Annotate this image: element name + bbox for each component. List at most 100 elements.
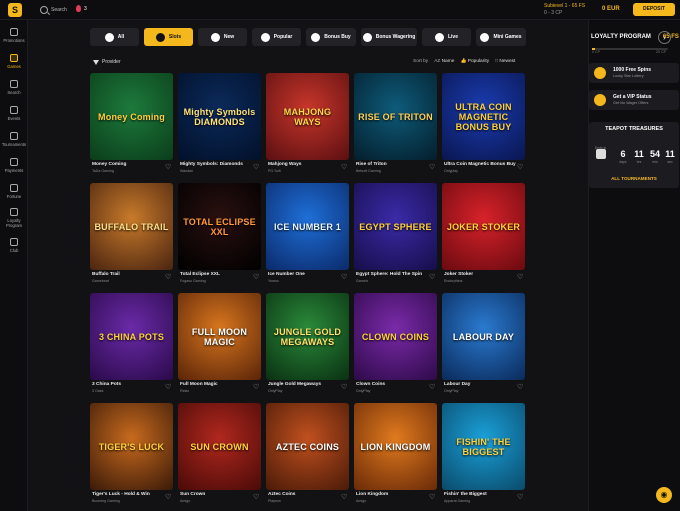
game-card[interactable]: Mighty Symbols DIAMONDS Mighty Symbols: D…: [178, 73, 261, 174]
tab-popular[interactable]: Popular: [252, 28, 301, 46]
heart-icon[interactable]: ♡: [341, 384, 348, 391]
game-card[interactable]: ICE NUMBER 1 Ice Number One Yowoo ♡: [266, 183, 349, 284]
heart-icon[interactable]: ♡: [165, 494, 172, 501]
game-card[interactable]: FULL MOON MAGIC Full Moon Magic Relax ♡: [178, 293, 261, 394]
game-thumbnail[interactable]: ULTRA COIN MAGNETIC BONUS BUY: [442, 73, 525, 160]
game-title[interactable]: Full Moon Magic: [180, 382, 218, 387]
game-card[interactable]: LABOUR DAY Labour Day OnlyPlay ♡: [442, 293, 525, 394]
heart-icon[interactable]: ♡: [253, 384, 260, 391]
promo-vip-status[interactable]: Get a VIP Status Get No Wager Offers: [589, 90, 679, 110]
heart-icon[interactable]: ♡: [165, 384, 172, 391]
game-thumbnail[interactable]: TOTAL ECLIPSE XXL: [178, 183, 261, 270]
game-card[interactable]: ULTRA COIN MAGNETIC BONUS BUY Ultra Coin …: [442, 73, 525, 174]
game-title[interactable]: Mahjong Ways: [268, 162, 301, 167]
game-thumbnail[interactable]: RISE OF TRITON: [354, 73, 437, 160]
game-thumbnail[interactable]: FISHIN' THE BIGGEST: [442, 403, 525, 490]
heart-icon[interactable]: ♡: [341, 164, 348, 171]
game-thumbnail[interactable]: 3 CHINA POTS: [90, 293, 173, 380]
game-card[interactable]: TIGER'S LUCK Tiger's Luck - Hold & Win Boo…: [90, 403, 173, 504]
game-thumbnail[interactable]: Money Coming: [90, 73, 173, 160]
heart-icon[interactable]: ♡: [429, 164, 436, 171]
sort-newest-button[interactable]: □ Newest: [495, 59, 515, 64]
heart-icon[interactable]: ♡: [517, 274, 524, 281]
game-title[interactable]: Labour Day: [444, 382, 470, 387]
game-thumbnail[interactable]: SUN CROWN: [178, 403, 261, 490]
game-thumbnail[interactable]: LION KINGDOM: [354, 403, 437, 490]
game-thumbnail[interactable]: LABOUR DAY: [442, 293, 525, 380]
game-title[interactable]: Ice Number One: [268, 272, 305, 277]
heart-icon[interactable]: ♡: [253, 494, 260, 501]
game-title[interactable]: Ultra Coin Magnetic Bonus Buy: [444, 162, 516, 167]
game-title[interactable]: Jungle Gold Megaways: [268, 382, 321, 387]
heart-icon[interactable]: ♡: [429, 384, 436, 391]
game-thumbnail[interactable]: CLOWN COINS: [354, 293, 437, 380]
game-card[interactable]: JUNGLE GOLD MEGAWAYS Jungle Gold Megaways…: [266, 293, 349, 394]
game-card[interactable]: FISHIN' THE BIGGEST Fishin' the Biggest Ap…: [442, 403, 525, 504]
game-thumbnail[interactable]: MAHJONG WAYS: [266, 73, 349, 160]
deposit-button[interactable]: DEPOSIT: [633, 3, 675, 16]
heart-icon[interactable]: ♡: [341, 494, 348, 501]
heart-icon[interactable]: ♡: [517, 494, 524, 501]
game-title[interactable]: Money Coming: [92, 162, 126, 167]
game-title[interactable]: 3 China Pots: [92, 382, 121, 387]
sidebar-item-loyalty[interactable]: Loyalty Program: [0, 208, 28, 228]
game-title[interactable]: Sun Crown: [180, 492, 205, 497]
tab-bonus-wagering[interactable]: Bonus Wagering: [361, 28, 417, 46]
tournament-card[interactable]: TEAPOT TREASURES 6 days 11 hrs 54 min 11…: [589, 122, 679, 188]
game-card[interactable]: TOTAL ECLIPSE XXL Total Eclipse XXL Fugaso…: [178, 183, 261, 284]
search-button[interactable]: Search: [40, 4, 67, 16]
sort-popularity-button[interactable]: 👍 Popularity: [460, 59, 489, 64]
game-title[interactable]: Lion Kingdom: [356, 492, 388, 497]
sidebar-item-search[interactable]: Search: [0, 80, 28, 95]
game-thumbnail[interactable]: FULL MOON MAGIC: [178, 293, 261, 380]
game-card[interactable]: BUFFALO TRAIL Buffalo Trail Gamebeat ♡: [90, 183, 173, 284]
heart-icon[interactable]: ♡: [429, 274, 436, 281]
game-title[interactable]: Joker Stoker: [444, 272, 473, 277]
game-title[interactable]: Fishin' the Biggest: [444, 492, 487, 497]
game-card[interactable]: AZTEC COINS Aztec Coins Playson ♡: [266, 403, 349, 504]
heart-icon[interactable]: ♡: [253, 164, 260, 171]
heart-icon[interactable]: ♡: [165, 274, 172, 281]
loyalty-next-button[interactable]: ›: [658, 31, 671, 44]
game-thumbnail[interactable]: BUFFALO TRAIL: [90, 183, 173, 270]
game-title[interactable]: Total Eclipse XXL: [180, 272, 220, 277]
game-title[interactable]: Tiger's Luck - Hold & Win: [92, 492, 150, 497]
game-card[interactable]: CLOWN COINS Clown Coins OnlyPlay ♡: [354, 293, 437, 394]
game-card[interactable]: LION KINGDOM Lion Kingdom Amigo ♡: [354, 403, 437, 504]
heart-icon[interactable]: ♡: [165, 164, 172, 171]
game-title[interactable]: Rise of Triton: [356, 162, 387, 167]
game-thumbnail[interactable]: TIGER'S LUCK: [90, 403, 173, 490]
game-card[interactable]: EGYPT SPHERE Egypt Sphere: Hold The Spin G…: [354, 183, 437, 284]
game-title[interactable]: Mighty Symbols: Diamonds: [180, 162, 243, 167]
provider-filter[interactable]: Provider: [93, 59, 121, 65]
game-thumbnail[interactable]: EGYPT SPHERE: [354, 183, 437, 270]
tab-bonus-buy[interactable]: Bonus Buy: [306, 28, 356, 46]
tab-all[interactable]: All: [90, 28, 139, 46]
game-title[interactable]: Buffalo Trail: [92, 272, 120, 277]
sidebar-item-tournaments[interactable]: Tournaments: [0, 132, 28, 147]
sort-name-button[interactable]: AZ Name: [434, 59, 454, 64]
game-thumbnail[interactable]: AZTEC COINS: [266, 403, 349, 490]
game-title[interactable]: Aztec Coins: [268, 492, 295, 497]
chat-button[interactable]: ◉: [656, 487, 672, 503]
tab-live[interactable]: Live: [422, 28, 471, 46]
heart-icon[interactable]: ♡: [517, 164, 524, 171]
logo[interactable]: S: [8, 3, 22, 17]
game-title[interactable]: Clown Coins: [356, 382, 385, 387]
game-card[interactable]: Money Coming Money Coming TaDa Gaming ♡: [90, 73, 173, 174]
game-card[interactable]: RISE OF TRITON Rise of Triton Betsoft Gami…: [354, 73, 437, 174]
sidebar-item-promotions[interactable]: Promotions: [0, 28, 28, 43]
promo-free-spins[interactable]: 1000 Free Spins Lucky Star Lottery: [589, 63, 679, 83]
game-thumbnail[interactable]: JUNGLE GOLD MEGAWAYS: [266, 293, 349, 380]
sidebar-item-games[interactable]: Games: [0, 54, 28, 69]
game-card[interactable]: MAHJONG WAYS Mahjong Ways PG Soft ♡: [266, 73, 349, 174]
sidebar-item-events[interactable]: Events: [0, 106, 28, 121]
game-thumbnail[interactable]: ICE NUMBER 1: [266, 183, 349, 270]
tab-mini-games[interactable]: Mini Games: [476, 28, 526, 46]
tab-new[interactable]: New: [198, 28, 247, 46]
all-tournaments-link[interactable]: ALL TOURNAMENTS: [589, 176, 679, 181]
heart-icon[interactable]: ♡: [341, 274, 348, 281]
user-status[interactable]: Subievel 1 - 65 FS 0 - 3 CP: [544, 3, 585, 17]
notifications-button[interactable]: 3: [76, 5, 87, 12]
heart-icon[interactable]: ♡: [429, 494, 436, 501]
